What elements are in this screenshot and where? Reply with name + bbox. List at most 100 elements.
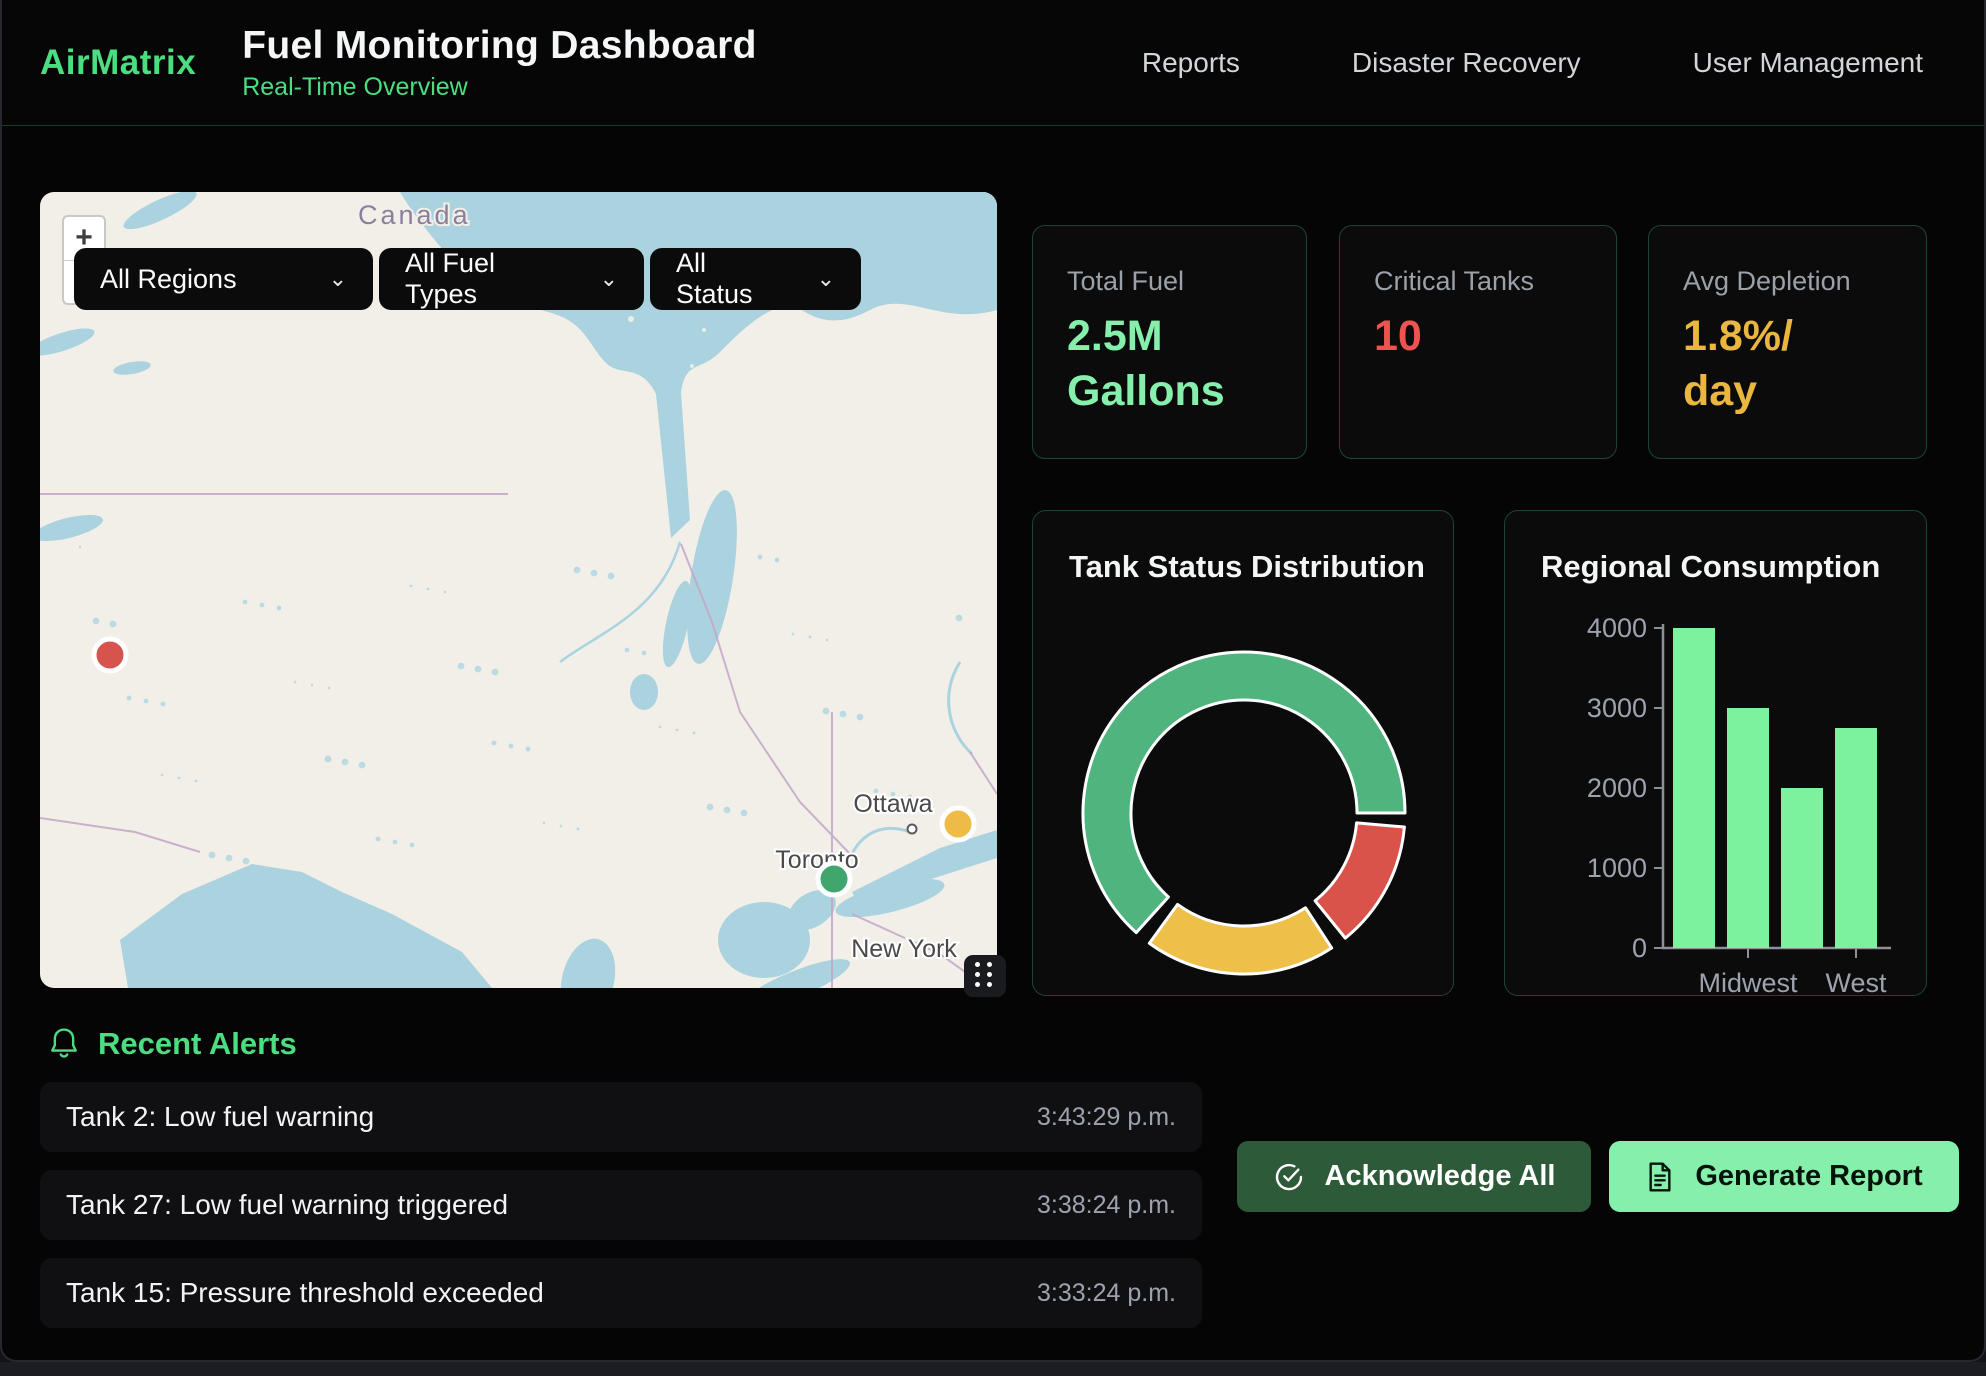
- tank-marker-normal[interactable]: [818, 863, 850, 895]
- lake-speck: [444, 591, 447, 594]
- lake-speck: [410, 843, 415, 848]
- lake-speck: [144, 699, 149, 704]
- lake-speck: [724, 807, 731, 814]
- lake-speck: [243, 600, 248, 605]
- header: AirMatrix Fuel Monitoring Dashboard Real…: [2, 0, 1984, 126]
- regional-consumption-panel: Regional Consumption 01000200030004000Mi…: [1504, 510, 1927, 996]
- lake-speck: [908, 867, 911, 870]
- dashboard-app: AirMatrix Fuel Monitoring Dashboard Real…: [0, 0, 1986, 1362]
- tank-status-panel: Tank Status Distribution: [1032, 510, 1454, 996]
- fuel-type-filter-select[interactable]: All Fuel Types ⌄: [379, 248, 644, 310]
- bay-island-speck: [690, 364, 694, 368]
- map-city-label: Ottawa: [853, 790, 932, 818]
- status-filter-value: All Status: [676, 248, 783, 310]
- main-nav: Reports Disaster Recovery User Managemen…: [1142, 47, 1923, 79]
- window-bottom-edge: [0, 1362, 1986, 1376]
- lake-speck: [741, 810, 748, 817]
- map-panel: CanadaOttawaTorontoNew York + − All Regi…: [40, 192, 997, 988]
- alert-text: Tank 15: Pressure threshold exceeded: [66, 1277, 544, 1309]
- tank-status-doughnut-chart: [1033, 511, 1455, 994]
- bay-island-speck: [824, 422, 828, 426]
- generate-report-button[interactable]: Generate Report: [1609, 1141, 1959, 1212]
- bar-west: [1835, 728, 1877, 948]
- lake-speck: [608, 573, 615, 580]
- lake-speck: [693, 732, 696, 735]
- lake-speck: [840, 711, 847, 718]
- lake-speck: [925, 870, 928, 873]
- bay-island-speck: [884, 468, 890, 474]
- lake-speck: [492, 669, 499, 676]
- chevron-down-icon: ⌄: [783, 266, 835, 292]
- nav-item-disaster-recovery[interactable]: Disaster Recovery: [1352, 47, 1581, 79]
- lake-speck: [458, 663, 465, 670]
- lake-speck: [591, 570, 598, 577]
- bay-island-speck: [458, 310, 462, 314]
- lake-speck: [277, 606, 282, 611]
- lake-speck: [260, 603, 265, 608]
- y-tick-label: 4000: [1587, 613, 1647, 643]
- stat-card-total-fuel: Total Fuel 2.5MGallons: [1032, 225, 1307, 459]
- lake-speck: [758, 555, 763, 560]
- bar-northeast: [1673, 628, 1715, 948]
- acknowledge-all-label: Acknowledge All: [1325, 1160, 1556, 1193]
- grip-dots-icon: [975, 962, 995, 990]
- town-dot-icon: [908, 825, 917, 834]
- bay-island-speck: [580, 404, 584, 408]
- lake-speck: [195, 780, 198, 783]
- alert-text: Tank 27: Low fuel warning triggered: [66, 1189, 508, 1221]
- title-block: Fuel Monitoring Dashboard Real-Time Over…: [242, 24, 756, 102]
- lake-speck: [526, 747, 531, 752]
- map-city-label: New York: [851, 935, 957, 963]
- alert-text: Tank 2: Low fuel warning: [66, 1101, 374, 1133]
- tank-marker-critical[interactable]: [94, 639, 126, 671]
- alert-timestamp: 3:33:24 p.m.: [1037, 1279, 1176, 1308]
- alert-list-item: Tank 2: Low fuel warning 3:43:29 p.m.: [40, 1082, 1202, 1152]
- lake-speck: [79, 546, 82, 549]
- nav-item-user-management[interactable]: User Management: [1693, 47, 1923, 79]
- lake-speck: [809, 636, 812, 639]
- bay-island-speck: [702, 328, 706, 332]
- bay-island-speck: [628, 316, 634, 322]
- map-resize-grip[interactable]: [964, 955, 1006, 997]
- lake-speck: [342, 759, 349, 766]
- alert-list-item: Tank 27: Low fuel warning triggered 3:38…: [40, 1170, 1202, 1240]
- lake-speck: [178, 777, 181, 780]
- alerts-title: Recent Alerts: [98, 1026, 297, 1062]
- alert-timestamp: 3:43:29 p.m.: [1037, 1103, 1176, 1132]
- lake-speck: [161, 702, 166, 707]
- map-canvas[interactable]: CanadaOttawaTorontoNew York: [40, 192, 997, 988]
- y-tick-label: 1000: [1587, 853, 1647, 883]
- lake-speck: [956, 615, 963, 622]
- page-subtitle: Real-Time Overview: [242, 73, 756, 102]
- stat-value: 1.8%/day: [1683, 309, 1892, 419]
- lake-speck: [543, 822, 546, 825]
- lake-speck: [792, 633, 795, 636]
- lake-speck: [294, 681, 297, 684]
- lake-speck: [376, 837, 381, 842]
- status-filter-select[interactable]: All Status ⌄: [650, 248, 861, 310]
- tank-marker-warning[interactable]: [942, 808, 974, 840]
- lake-speck: [127, 696, 132, 701]
- lake-speck: [161, 774, 164, 777]
- lake-speck: [509, 744, 514, 749]
- lake-speck: [942, 873, 945, 876]
- bar-south: [1781, 788, 1823, 948]
- document-icon: [1645, 1161, 1675, 1193]
- region-filter-select[interactable]: All Regions ⌄: [74, 248, 373, 310]
- lake-speck: [311, 684, 314, 687]
- lake-speck: [410, 585, 413, 588]
- chevron-down-icon: ⌄: [295, 266, 347, 292]
- lake-speck: [209, 852, 216, 859]
- lake-speck: [427, 588, 430, 591]
- lake-speck: [492, 741, 497, 746]
- alert-timestamp: 3:38:24 p.m.: [1037, 1191, 1176, 1220]
- fuel-type-filter-value: All Fuel Types: [405, 248, 566, 310]
- doughnut-segment-critical: [1315, 823, 1404, 938]
- lake-speck: [110, 621, 117, 628]
- y-tick-label: 2000: [1587, 773, 1647, 803]
- bay-island-speck: [518, 356, 524, 362]
- acknowledge-all-button[interactable]: Acknowledge All: [1237, 1141, 1591, 1212]
- lake-speck: [359, 762, 366, 769]
- nav-item-reports[interactable]: Reports: [1142, 47, 1240, 79]
- lake-speck: [659, 726, 662, 729]
